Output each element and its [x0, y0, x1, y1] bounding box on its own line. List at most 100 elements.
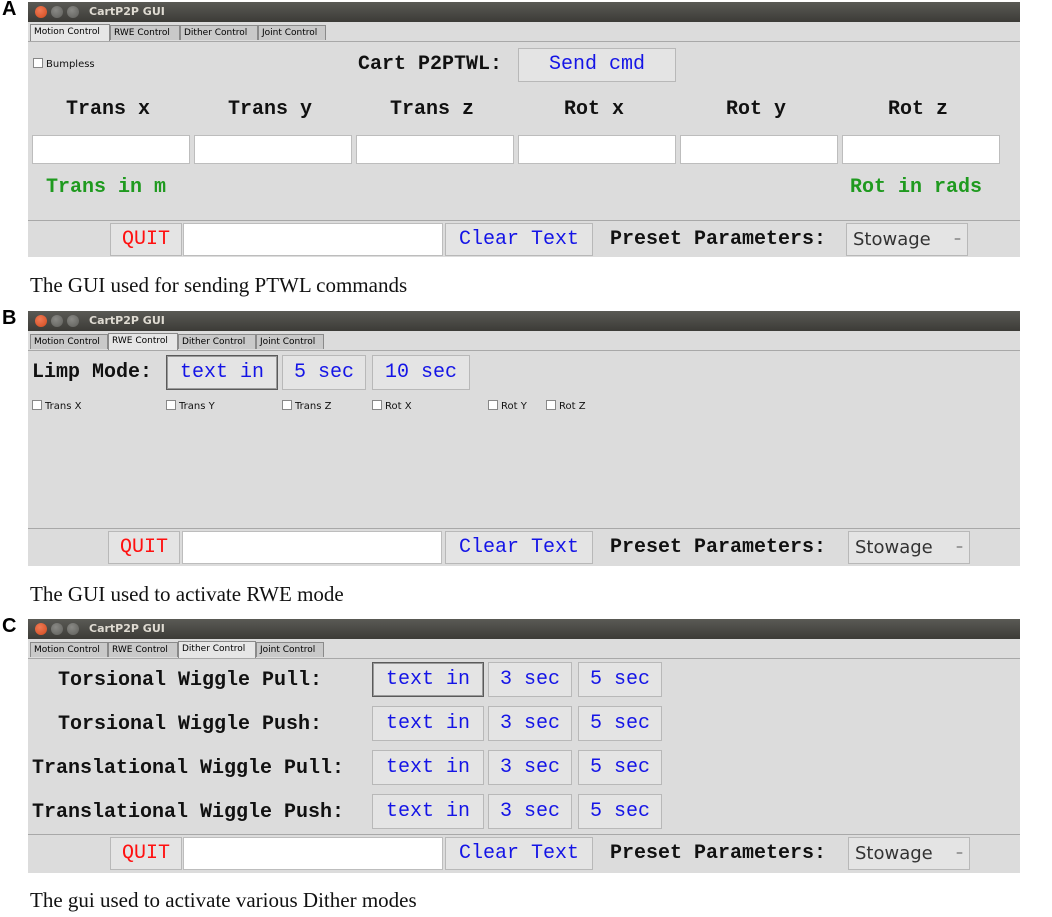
- status-text-input[interactable]: [183, 223, 443, 256]
- cmd-label: Cart P2PTWL:: [358, 53, 503, 76]
- field-label-trans-z: Trans z: [390, 98, 475, 121]
- checkbox-label: Rot X: [385, 401, 412, 412]
- checkbox-trans-y[interactable]: Trans Y: [166, 400, 215, 412]
- tab-rwe-control[interactable]: RWE Control: [108, 642, 178, 657]
- preset-dropdown[interactable]: Stowage –: [846, 223, 968, 256]
- checkbox-icon: [32, 400, 42, 410]
- panel-letter-b: B: [2, 307, 17, 329]
- tab-joint-control[interactable]: Joint Control: [256, 642, 324, 657]
- caption-a: The GUI used for sending PTWL commands: [30, 273, 408, 297]
- field-label-trans-y: Trans y: [228, 98, 313, 121]
- checkbox-trans-z[interactable]: Trans Z: [282, 400, 331, 412]
- rot-z-input[interactable]: [842, 135, 1000, 164]
- checkbox-label: Trans Z: [295, 401, 332, 412]
- dither-text-in-button[interactable]: text in: [372, 662, 484, 697]
- checkbox-label: Trans X: [45, 401, 82, 412]
- status-text-input[interactable]: [183, 837, 443, 870]
- maximize-icon[interactable]: [67, 315, 79, 327]
- tab-divider: [28, 41, 1020, 42]
- tab-dither-control[interactable]: Dither Control: [178, 641, 256, 658]
- checkbox-icon: [166, 400, 176, 410]
- checkbox-icon: [282, 400, 292, 410]
- checkbox-icon: [488, 400, 498, 410]
- dither-5-sec-button[interactable]: 5 sec: [578, 706, 662, 741]
- tab-divider: [28, 658, 1020, 659]
- bottom-divider: [28, 834, 1020, 835]
- dither-5-sec-button[interactable]: 5 sec: [578, 750, 662, 785]
- maximize-icon[interactable]: [67, 623, 79, 635]
- trans-y-input[interactable]: [194, 135, 352, 164]
- checkbox-icon: [546, 400, 556, 410]
- dither-text-in-button[interactable]: text in: [372, 706, 484, 741]
- title-bar: CartP2P GUI: [28, 311, 1020, 331]
- tab-rwe-control[interactable]: RWE Control: [110, 25, 180, 40]
- dither-3-sec-button[interactable]: 3 sec: [488, 706, 572, 741]
- limp-text-in-button[interactable]: text in: [166, 355, 278, 390]
- dither-text-in-button[interactable]: text in: [372, 794, 484, 829]
- rot-y-input[interactable]: [680, 135, 838, 164]
- minimize-icon[interactable]: [51, 315, 63, 327]
- dither-3-sec-button[interactable]: 3 sec: [488, 750, 572, 785]
- checkbox-rot-y[interactable]: Rot Y: [488, 400, 527, 412]
- dither-3-sec-button[interactable]: 3 sec: [488, 794, 572, 829]
- status-text-input[interactable]: [182, 531, 442, 564]
- bumpless-checkbox[interactable]: Bumpless: [33, 58, 95, 70]
- preset-value: Stowage: [853, 229, 931, 250]
- clear-text-button[interactable]: Clear Text: [445, 223, 593, 256]
- checkbox-icon: [372, 400, 382, 410]
- field-label-trans-x: Trans x: [66, 98, 151, 121]
- preset-parameters-label: Preset Parameters:: [610, 842, 827, 865]
- minimize-icon[interactable]: [51, 6, 63, 18]
- close-icon[interactable]: [35, 315, 47, 327]
- preset-value: Stowage: [855, 537, 933, 558]
- tab-rwe-control[interactable]: RWE Control: [108, 333, 178, 350]
- rot-x-input[interactable]: [518, 135, 676, 164]
- checkbox-label: Rot Z: [559, 401, 586, 412]
- tab-motion-control[interactable]: Motion Control: [30, 334, 108, 349]
- limp-5-sec-button[interactable]: 5 sec: [282, 355, 366, 390]
- panel-letter-c: C: [2, 615, 17, 637]
- window-title: CartP2P GUI: [89, 622, 165, 635]
- window-rwe-control: CartP2P GUI Motion Control RWE Control D…: [28, 311, 1020, 566]
- checkbox-trans-x[interactable]: Trans X: [32, 400, 81, 412]
- send-cmd-button[interactable]: Send cmd: [518, 48, 676, 82]
- clear-text-button[interactable]: Clear Text: [445, 837, 593, 870]
- quit-button[interactable]: QUIT: [110, 223, 182, 256]
- minimize-icon[interactable]: [51, 623, 63, 635]
- bottom-divider: [28, 220, 1020, 221]
- close-icon[interactable]: [35, 623, 47, 635]
- preset-dropdown[interactable]: Stowage –: [848, 837, 970, 870]
- preset-dropdown[interactable]: Stowage –: [848, 531, 970, 564]
- panel-letter-a: A: [2, 0, 17, 20]
- dither-5-sec-button[interactable]: 5 sec: [578, 794, 662, 829]
- dither-row-label: Translational Wiggle Push:: [32, 801, 345, 824]
- tab-joint-control[interactable]: Joint Control: [256, 334, 324, 349]
- dropdown-arrow-icon: –: [956, 539, 963, 555]
- title-bar: CartP2P GUI: [28, 619, 1020, 639]
- tab-dither-control[interactable]: Dither Control: [178, 334, 256, 349]
- bumpless-label: Bumpless: [46, 59, 95, 70]
- close-icon[interactable]: [35, 6, 47, 18]
- tab-motion-control[interactable]: Motion Control: [30, 24, 110, 41]
- clear-text-button[interactable]: Clear Text: [445, 531, 593, 564]
- trans-z-input[interactable]: [356, 135, 514, 164]
- trans-x-input[interactable]: [32, 135, 190, 164]
- preset-parameters-label: Preset Parameters:: [610, 228, 827, 251]
- tab-joint-control[interactable]: Joint Control: [258, 25, 326, 40]
- dither-5-sec-button[interactable]: 5 sec: [578, 662, 662, 697]
- maximize-icon[interactable]: [67, 6, 79, 18]
- preset-parameters-label: Preset Parameters:: [610, 536, 827, 559]
- rot-unit-label: Rot in rads: [850, 176, 983, 199]
- trans-unit-label: Trans in m: [46, 176, 167, 199]
- dither-3-sec-button[interactable]: 3 sec: [488, 662, 572, 697]
- limp-10-sec-button[interactable]: 10 sec: [372, 355, 470, 390]
- tab-motion-control[interactable]: Motion Control: [30, 642, 108, 657]
- checkbox-label: Trans Y: [179, 401, 215, 412]
- checkbox-rot-z[interactable]: Rot Z: [546, 400, 586, 412]
- quit-button[interactable]: QUIT: [110, 837, 182, 870]
- dither-text-in-button[interactable]: text in: [372, 750, 484, 785]
- checkbox-rot-x[interactable]: Rot X: [372, 400, 412, 412]
- bottom-divider: [28, 528, 1020, 529]
- quit-button[interactable]: QUIT: [108, 531, 180, 564]
- tab-dither-control[interactable]: Dither Control: [180, 25, 258, 40]
